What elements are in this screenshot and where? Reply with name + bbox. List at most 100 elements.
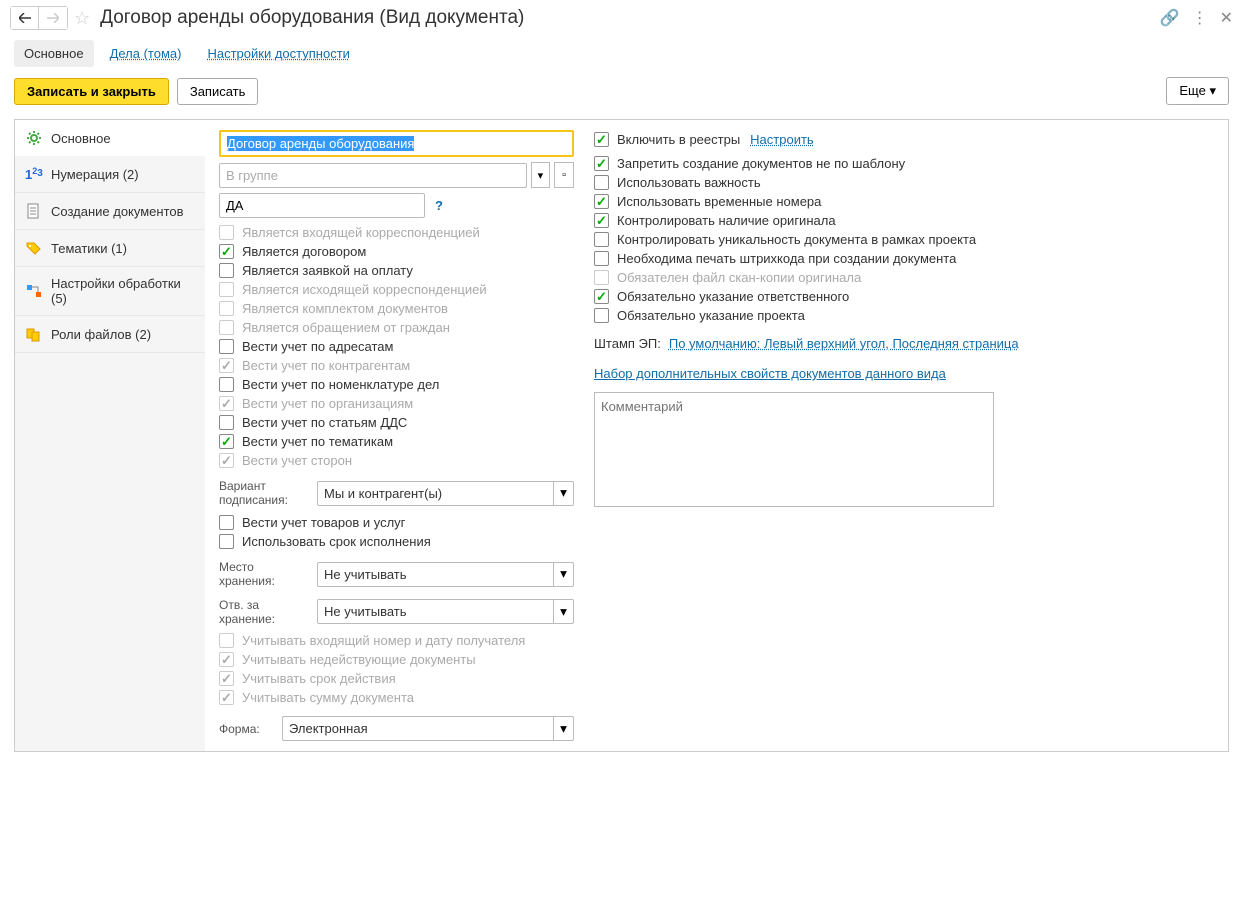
checkbox-label: Является заявкой на оплату [242, 263, 413, 278]
name-input[interactable]: Договор аренды оборудования [219, 130, 574, 157]
favorite-icon[interactable]: ☆ [74, 8, 90, 29]
checkbox-label: Является договором [242, 244, 366, 259]
checkbox[interactable] [594, 156, 609, 171]
left-checks3-row-3: Учитывать сумму документа [219, 688, 574, 707]
save-close-button[interactable]: Записать и закрыть [14, 78, 169, 105]
doc-icon [25, 202, 43, 220]
left-checks-row-3: Является исходящей корреспонденцией [219, 280, 574, 299]
tab-files[interactable]: Дела (тома) [100, 40, 192, 67]
sidebar-item-1[interactable]: 123Нумерация (2) [15, 156, 205, 193]
checkbox [219, 282, 234, 297]
checkbox-label: Вести учет по номенклатуре дел [242, 377, 439, 392]
checkbox-label: Является обращением от граждан [242, 320, 450, 335]
checkbox-label: Обязателен файл скан-копии оригинала [617, 270, 861, 285]
forward-button[interactable] [39, 7, 67, 29]
checkbox-label: Является исходящей корреспонденцией [242, 282, 487, 297]
checkbox[interactable] [219, 339, 234, 354]
resp-dropdown-button[interactable]: ▾ [554, 599, 574, 624]
form-select[interactable]: Электронная [282, 716, 554, 741]
checkbox-label: Обязательно указание проекта [617, 308, 805, 323]
left-checks-row-12: Вести учет сторон [219, 451, 574, 470]
right-checks-row-2: Использовать временные номера [594, 192, 1214, 211]
sidebar-item-3[interactable]: Тематики (1) [15, 230, 205, 267]
group-input[interactable]: В группе [219, 163, 527, 188]
checkbox-label: Контролировать уникальность документа в … [617, 232, 976, 247]
checkbox-label: Запретить создание документов не по шабл… [617, 156, 905, 171]
checkbox [219, 453, 234, 468]
stamp-link[interactable]: По умолчанию: Левый верхний угол, Послед… [669, 336, 1019, 351]
right-checks-row-1: Использовать важность [594, 173, 1214, 192]
left-checks-row-6: Вести учет по адресатам [219, 337, 574, 356]
checkbox[interactable] [219, 244, 234, 259]
kebab-icon[interactable]: ⋮ [1192, 8, 1208, 28]
arrow-right-icon [47, 13, 59, 23]
storage-dropdown-button[interactable]: ▾ [554, 562, 574, 587]
checkbox[interactable] [219, 515, 234, 530]
checkbox[interactable] [594, 289, 609, 304]
code-input[interactable] [219, 193, 425, 218]
checkbox[interactable] [219, 534, 234, 549]
page-title: Договор аренды оборудования (Вид докумен… [100, 7, 524, 29]
checkbox-label: Контролировать наличие оригинала [617, 213, 836, 228]
checkbox-label: Вести учет сторон [242, 453, 352, 468]
chevron-down-icon: ▾ [1209, 83, 1216, 98]
form-dropdown-button[interactable]: ▾ [554, 716, 574, 741]
sidebar-item-2[interactable]: Создание документов [15, 193, 205, 230]
comment-textarea[interactable] [594, 392, 994, 507]
checkbox [219, 225, 234, 240]
right-checks-row-5: Необходима печать штрихкода при создании… [594, 249, 1214, 268]
left-checks-row-9: Вести учет по организациям [219, 394, 574, 413]
storage-select[interactable]: Не учитывать [317, 562, 554, 587]
checkbox[interactable] [219, 434, 234, 449]
left-checks-row-8: Вести учет по номенклатуре дел [219, 375, 574, 394]
tab-main[interactable]: Основное [14, 40, 94, 67]
variant-dropdown-button[interactable]: ▾ [554, 481, 574, 506]
checkbox [219, 358, 234, 373]
more-button[interactable]: Еще ▾ [1166, 77, 1229, 105]
checkbox[interactable] [594, 213, 609, 228]
checkbox[interactable] [594, 175, 609, 190]
checkbox-label: Необходима печать штрихкода при создании… [617, 251, 956, 266]
checkbox[interactable] [594, 194, 609, 209]
checkbox-label: Учитывать сумму документа [242, 690, 414, 705]
close-icon[interactable]: ✕ [1220, 8, 1233, 28]
sidebar-item-4[interactable]: Настройки обработки (5) [15, 267, 205, 316]
storage-label: Место хранения: [219, 560, 309, 589]
extra-props-link[interactable]: Набор дополнительных свойств документов … [594, 366, 946, 381]
tab-access[interactable]: Настройки доступности [197, 40, 359, 67]
checkbox[interactable] [594, 232, 609, 247]
right-checks-row-7: Обязательно указание ответственного [594, 287, 1214, 306]
sidebar-item-0[interactable]: Основное [15, 120, 205, 156]
left-checks-row-5: Является обращением от граждан [219, 318, 574, 337]
left-checks-row-7: Вести учет по контрагентам [219, 356, 574, 375]
group-dropdown-button[interactable]: ▾ [531, 162, 551, 188]
checkbox[interactable] [594, 308, 609, 323]
right-checks-row-8: Обязательно указание проекта [594, 306, 1214, 325]
sidebar-item-label: Роли файлов (2) [51, 327, 151, 342]
help-icon[interactable]: ? [435, 198, 443, 213]
resp-select[interactable]: Не учитывать [317, 599, 554, 624]
gear-icon [25, 129, 43, 147]
save-button[interactable]: Записать [177, 78, 259, 105]
left-checks-row-1: Является договором [219, 242, 574, 261]
sidebar: Основное123Нумерация (2) Создание докумен… [15, 120, 205, 751]
sidebar-item-label: Создание документов [51, 204, 184, 219]
left-checks2-row-1: Использовать срок исполнения [219, 532, 574, 551]
include-registry-checkbox[interactable] [594, 132, 609, 147]
checkbox-label: Использовать важность [617, 175, 761, 190]
sidebar-item-label: Тематики (1) [51, 241, 127, 256]
checkbox[interactable] [219, 377, 234, 392]
sidebar-item-label: Настройки обработки (5) [51, 276, 195, 306]
checkbox[interactable] [219, 263, 234, 278]
checkbox-label: Вести учет по организациям [242, 396, 413, 411]
link-icon[interactable]: 🔗 [1160, 8, 1180, 28]
left-checks3-row-1: Учитывать недействующие документы [219, 650, 574, 669]
back-button[interactable] [11, 7, 39, 29]
group-open-button[interactable]: ▫ [554, 162, 574, 188]
checkbox-label: Учитывать срок действия [242, 671, 396, 686]
configure-link[interactable]: Настроить [750, 132, 814, 147]
checkbox[interactable] [594, 251, 609, 266]
variant-select[interactable]: Мы и контрагент(ы) [317, 481, 554, 506]
checkbox[interactable] [219, 415, 234, 430]
sidebar-item-5[interactable]: Роли файлов (2) [15, 316, 205, 353]
